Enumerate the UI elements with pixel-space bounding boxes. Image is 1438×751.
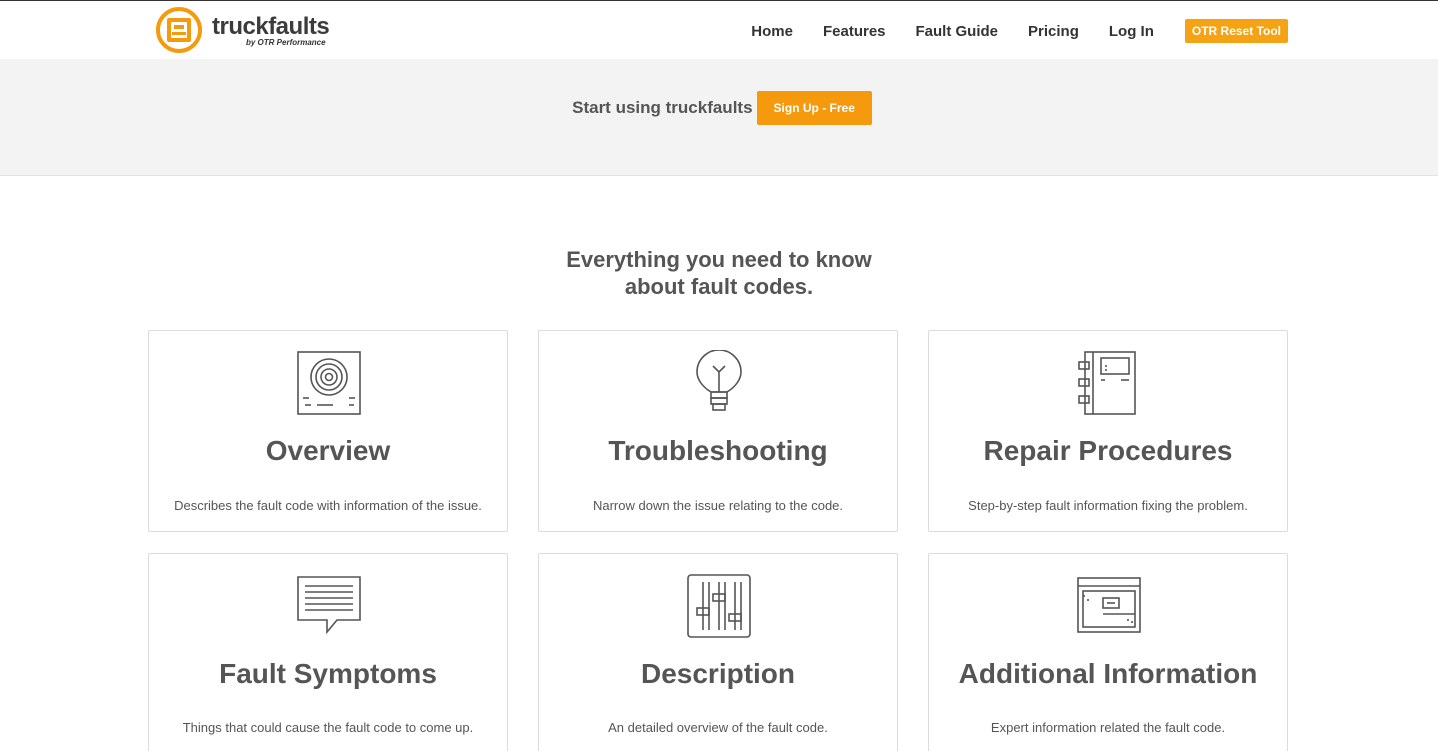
headline-line-1: Everything you need to know (566, 247, 872, 272)
nav-features[interactable]: Features (823, 23, 886, 40)
logo[interactable]: truckfaults by OTR Performance (152, 7, 332, 53)
headline-line-2: about fault codes. (624, 274, 814, 299)
feature-card-description: Description An detailed overview of the … (538, 553, 898, 751)
card-title: Description (640, 658, 796, 689)
nav-home[interactable]: Home (751, 23, 793, 40)
card-description: Expert information related the fault cod… (990, 720, 1226, 735)
site-header: truckfaults by OTR Performance Home Feat… (0, 1, 1438, 59)
logo-tagline: by OTR Performance (246, 38, 326, 47)
chat-bubble-icon (297, 576, 361, 635)
signup-band: Start using truckfaults Sign Up - Free (0, 59, 1438, 176)
card-title: Repair Procedures (983, 435, 1233, 466)
feature-card-fault-symptoms: Fault Symptoms Things that could cause t… (148, 553, 508, 751)
card-title: Overview (265, 435, 391, 466)
nav-pricing[interactable]: Pricing (1028, 23, 1079, 40)
signup-prompt: Start using truckfaults (572, 98, 753, 117)
card-title: Additional Information (958, 658, 1258, 689)
card-title: Troubleshooting (608, 435, 828, 466)
lightbulb-icon (696, 350, 742, 411)
card-description: Describes the fault code with informatio… (174, 498, 482, 513)
feature-card-repair-procedures: Repair Procedures Step-by-step fault inf… (928, 330, 1288, 532)
browser-window-icon (1077, 577, 1141, 633)
logo-wordmark: truckfaults (212, 13, 330, 40)
card-title: Fault Symptoms (219, 658, 437, 689)
card-description: Narrow down the issue relating to the co… (592, 498, 844, 513)
card-description: Step-by-step fault information fixing th… (968, 498, 1248, 513)
card-description: Things that could cause the fault code t… (182, 720, 474, 735)
feature-card-additional-information: Additional Information Expert informatio… (928, 553, 1288, 751)
feature-card-troubleshooting: Troubleshooting Narrow down the issue re… (538, 330, 898, 532)
signup-button[interactable]: Sign Up - Free (756, 91, 872, 125)
notebook-icon (1078, 351, 1136, 415)
main-nav: Home Features Fault Guide Pricing Log In… (721, 19, 1288, 43)
section-headline: Everything you need to know about fault … (0, 246, 1438, 300)
speaker-icon (297, 351, 361, 415)
otr-reset-tool-button[interactable]: OTR Reset Tool (1184, 19, 1288, 43)
card-description: An detailed overview of the fault code. (608, 720, 828, 735)
nav-log-in[interactable]: Log In (1109, 23, 1154, 40)
feature-card-overview: Overview Describes the fault code with i… (148, 330, 508, 532)
logo-mark-icon (156, 7, 202, 53)
nav-fault-guide[interactable]: Fault Guide (916, 23, 999, 40)
sliders-icon (687, 574, 751, 638)
